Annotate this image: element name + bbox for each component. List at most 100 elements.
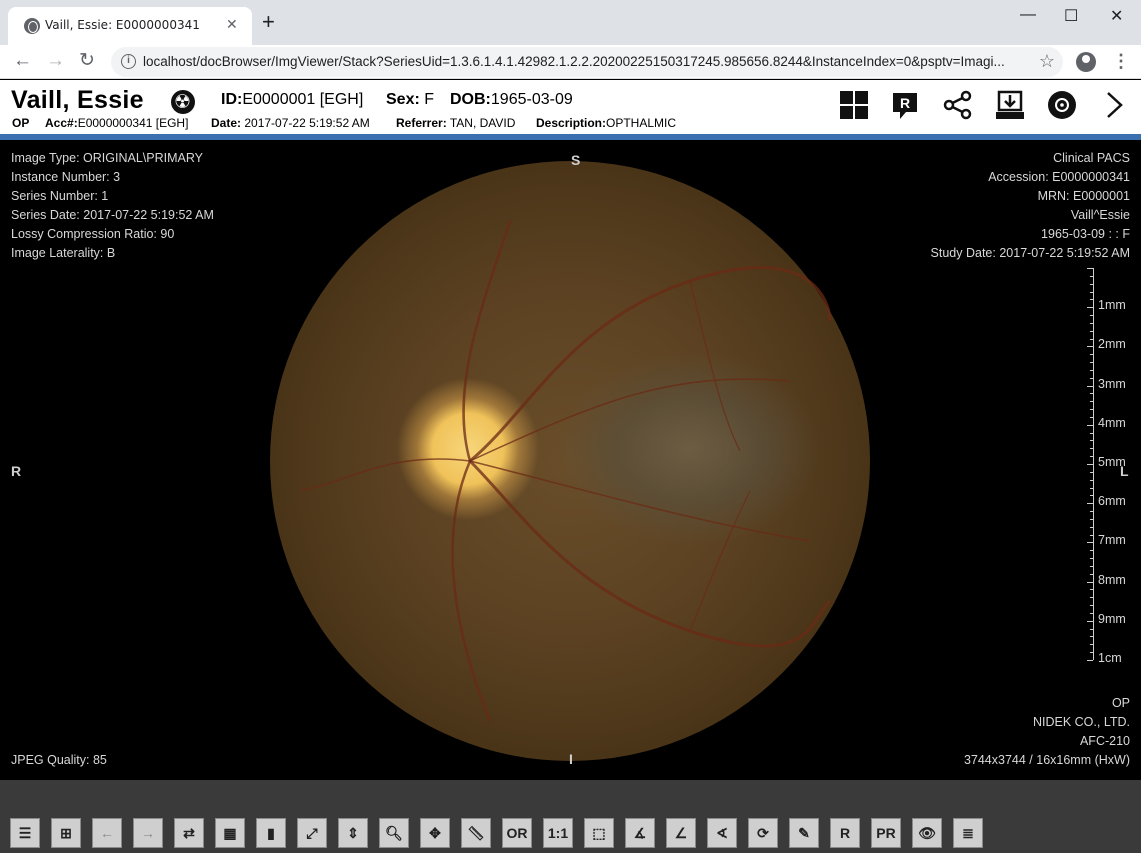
roi-button[interactable]: OR <box>502 818 532 848</box>
cobb-angle-button[interactable]: ∠ <box>666 818 696 848</box>
ruler-tick <box>1090 612 1093 614</box>
ruler-tick <box>1087 542 1093 544</box>
accession-number: Acc#:E0000000341 [EGH] <box>45 116 189 130</box>
svg-text:R: R <box>900 95 910 111</box>
split-button[interactable]: ▮ <box>256 818 286 848</box>
forward-button[interactable]: → <box>46 51 65 71</box>
overlay-jpeg-quality: JPEG Quality: 85 <box>11 753 107 767</box>
stack-scroll-button[interactable]: ⇕ <box>338 818 368 848</box>
scale-ruler <box>1087 268 1094 661</box>
ruler-tick <box>1090 299 1093 301</box>
series-list-button[interactable]: ☰ <box>10 818 40 848</box>
ruler-tick <box>1090 550 1093 552</box>
next-icon[interactable] <box>1100 90 1130 120</box>
swap-series-button[interactable]: ⇄ <box>174 818 204 848</box>
crop-button[interactable]: ⬚ <box>584 818 614 848</box>
ruler-tick <box>1090 636 1093 638</box>
share-icon[interactable] <box>943 90 973 120</box>
ruler-label: 4mm <box>1098 415 1126 430</box>
reload-button[interactable]: ↻ <box>79 51 95 71</box>
ruler-tick <box>1090 456 1093 458</box>
ruler-tick <box>1087 503 1093 505</box>
annotation-button[interactable]: ✎ <box>789 818 819 848</box>
ruler-tick <box>1090 393 1093 395</box>
study-date: Date: 2017-07-22 5:19:52 AM <box>211 116 370 130</box>
pr-button[interactable]: PR <box>871 818 901 848</box>
burn-disc-icon[interactable] <box>1047 90 1077 120</box>
ruler-tick <box>1090 487 1093 489</box>
ruler-label: 8mm <box>1098 572 1126 587</box>
ruler-tick <box>1090 338 1093 340</box>
browser-tab[interactable]: Vaill, Essie: E0000000341 ✕ <box>8 7 252 45</box>
ruler-tick <box>1090 432 1093 434</box>
ruler-tick <box>1087 346 1093 348</box>
angle-button[interactable]: ∡ <box>625 818 655 848</box>
ruler-tick <box>1090 565 1093 567</box>
ruler-tick <box>1090 322 1093 324</box>
layout-grid-icon[interactable] <box>839 90 869 120</box>
ruler-label: 7mm <box>1098 533 1126 548</box>
ruler-tick <box>1090 589 1093 591</box>
maximize-button[interactable]: ☐ <box>1064 6 1078 26</box>
ruler-tick <box>1090 409 1093 411</box>
arrow-angle-button[interactable]: ∢ <box>707 818 737 848</box>
ruler-tick <box>1090 354 1093 356</box>
ruler-tick <box>1090 479 1093 481</box>
patient-dob: DOB:1965-03-09 <box>450 91 573 108</box>
layout-button[interactable]: ⊞ <box>51 818 81 848</box>
window-close-button[interactable]: ✕ <box>1110 6 1123 26</box>
fit-button[interactable]: ⤢ <box>297 818 327 848</box>
ruler-tick <box>1090 362 1093 364</box>
download-icon[interactable] <box>995 90 1025 120</box>
view-button[interactable]: 👁︎ <box>912 818 942 848</box>
address-bar[interactable]: i localhost/docBrowser/ImgViewer/Stack?S… <box>111 47 1063 77</box>
fundus-image[interactable] <box>270 161 870 761</box>
new-tab-button[interactable]: + <box>262 11 275 33</box>
orientation-left: R <box>11 463 22 479</box>
ruler-tick <box>1090 330 1093 332</box>
pan-button[interactable]: ✥ <box>420 818 450 848</box>
overlay-bottom-right: OP NIDEK CO., LTD. AFC-210 3744x3744 / 1… <box>963 696 1130 767</box>
measure-button[interactable]: 📏︎ <box>461 818 491 848</box>
ruler-tick <box>1090 511 1093 513</box>
reset-button[interactable]: ⟳ <box>748 818 778 848</box>
retinal-vessels <box>299 220 832 722</box>
ruler-tick <box>1090 401 1093 403</box>
ruler-tick <box>1090 471 1093 473</box>
ruler-tick <box>1090 534 1093 536</box>
ruler-tick <box>1090 283 1093 285</box>
zoom-button[interactable]: 🔍︎ <box>379 818 409 848</box>
browser-menu-button[interactable]: ⋮ <box>1112 51 1130 71</box>
more-button[interactable]: ≣ <box>953 818 983 848</box>
back-button[interactable]: ← <box>13 51 32 71</box>
ruler-tick <box>1087 307 1093 309</box>
ruler-label: 3mm <box>1098 376 1126 391</box>
browser-tab-bar: Vaill, Essie: E0000000341 ✕ + — ☐ ✕ <box>0 0 1141 45</box>
ruler-label: 2mm <box>1098 337 1126 352</box>
profile-icon[interactable] <box>1076 52 1096 72</box>
ruler-tick <box>1090 369 1093 371</box>
ruler-tick <box>1090 518 1093 520</box>
radiation-icon <box>171 90 195 114</box>
minimize-button[interactable]: — <box>1020 6 1036 24</box>
ruler-tick <box>1090 495 1093 497</box>
bookmark-star-icon[interactable]: ☆ <box>1039 51 1055 72</box>
prev-image-button[interactable]: ← <box>92 818 122 848</box>
image-viewport[interactable]: Image Type: ORIGINAL\PRIMARY Instance Nu… <box>0 140 1141 780</box>
info-icon[interactable]: i <box>121 54 136 69</box>
ruler-tick <box>1087 581 1093 583</box>
ruler-label: 9mm <box>1098 611 1126 626</box>
report-tool-button[interactable]: R <box>830 818 860 848</box>
ruler-tick <box>1090 440 1093 442</box>
grid-button[interactable]: ▦ <box>215 818 245 848</box>
ruler-tick <box>1090 605 1093 607</box>
url-text[interactable]: localhost/docBrowser/ImgViewer/Stack?Ser… <box>143 54 1023 69</box>
ruler-tick <box>1090 416 1093 418</box>
next-image-button[interactable]: → <box>133 818 163 848</box>
report-icon[interactable]: R <box>890 90 920 120</box>
ruler-tick <box>1090 597 1093 599</box>
ruler-tick <box>1090 652 1093 654</box>
tab-close-icon[interactable]: ✕ <box>226 16 238 33</box>
overlay-top-left: Image Type: ORIGINAL\PRIMARY Instance Nu… <box>11 151 214 260</box>
actual-size-button[interactable]: 1:1 <box>543 818 573 848</box>
